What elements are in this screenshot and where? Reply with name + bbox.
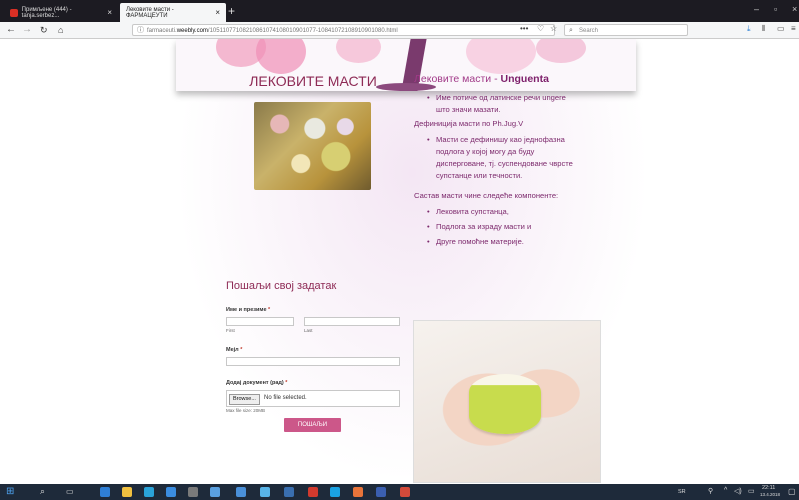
bookmark-star-icon[interactable]: ☆: [550, 24, 557, 33]
tab-active[interactable]: Лековите масти - ФАРМАЦЕУТИ ×: [120, 3, 226, 22]
opera-icon[interactable]: [308, 487, 318, 497]
url-bar[interactable]: ⓘ farmaceuti.weebly.com/10511077108210861…: [132, 24, 555, 36]
file-upload-field[interactable]: Browse... No file selected.: [226, 390, 400, 407]
composition-line: Састав масти чине следеће компоненте:: [414, 191, 559, 200]
download-icon[interactable]: ⤓: [747, 24, 751, 34]
search-taskbar-icon[interactable]: ⌕: [40, 486, 45, 497]
no-file-text: No file selected.: [264, 395, 307, 401]
name-label: Име и презиме *: [226, 307, 271, 313]
menu-icon[interactable]: ≡: [791, 24, 796, 33]
file-explorer-icon[interactable]: [122, 487, 132, 497]
tab-label: Лековите масти - ФАРМАЦЕУТИ: [126, 6, 174, 19]
library-icon[interactable]: ⫴: [762, 24, 765, 34]
calculator-icon[interactable]: [188, 487, 198, 497]
app-icon[interactable]: [260, 487, 270, 497]
nav-bar: ← → ↻ ⌂ ⓘ farmaceuti.weebly.com/105110771…: [0, 22, 799, 39]
list-item: Име потиче од латинске речи ungereшто зн…: [426, 92, 566, 116]
app-icon[interactable]: [166, 487, 176, 497]
close-window-icon[interactable]: ×: [792, 4, 797, 14]
file-label: Додај документ (рад) *: [226, 380, 288, 386]
minimize-icon[interactable]: –: [754, 4, 759, 14]
skype-icon[interactable]: [330, 487, 340, 497]
task-view-icon[interactable]: ▭: [66, 487, 74, 496]
page-content: ЛЕКОВИТЕ МАСТИ Лековите масти - Unguenta…: [0, 39, 799, 484]
volume-icon[interactable]: ◁): [734, 487, 742, 495]
app-icon[interactable]: [376, 487, 386, 497]
clock-time[interactable]: 22:11: [762, 485, 775, 491]
pocket-icon[interactable]: ♡: [537, 24, 544, 33]
url-domain: weebly.com: [176, 28, 208, 34]
app-icon[interactable]: [210, 487, 220, 497]
language-indicator[interactable]: SR: [678, 489, 686, 495]
back-icon[interactable]: ←: [6, 23, 16, 37]
tray-chevron-icon[interactable]: ^: [724, 487, 727, 494]
edge-icon[interactable]: [100, 487, 110, 497]
tab-label: Примљене (444) - tanja.serbez...: [21, 6, 72, 19]
form-title: Пошаљи свој задатак: [226, 280, 337, 292]
definition-list: Масти се дефинишу као једнофазнаподлога …: [426, 134, 573, 182]
page-actions-icon[interactable]: •••: [520, 24, 528, 33]
url-prefix: farmaceuti.: [147, 28, 177, 34]
list-item: Лековита супстанца,: [426, 206, 531, 218]
cream-jar-graphic: [469, 374, 541, 434]
etymology-list: Име потиче од латинске речи ungereшто зн…: [426, 92, 566, 116]
clock-date[interactable]: 13.4.2018: [760, 492, 780, 497]
app-icon[interactable]: [284, 487, 294, 497]
app-icon[interactable]: [400, 487, 410, 497]
page-heading: ЛЕКОВИТЕ МАСТИ: [249, 73, 377, 89]
tab-gmail[interactable]: Примљене (444) - tanja.serbez... ×: [4, 3, 118, 22]
browse-button[interactable]: Browse...: [229, 394, 260, 405]
list-item: Масти се дефинишу као једнофазнаподлога …: [426, 134, 573, 182]
list-item: Подлога за израду масти и: [426, 221, 531, 233]
email-input[interactable]: [226, 357, 400, 366]
tab-bar: Примљене (444) - tanja.serbez... × Леков…: [0, 0, 799, 22]
search-icon: ⌕: [569, 27, 573, 34]
close-icon[interactable]: ×: [215, 8, 220, 17]
search-placeholder: Search: [579, 28, 599, 34]
url-path: /10511077108210861074108010901077-108410…: [207, 28, 398, 34]
taskbar: ⊞ ⌕ ▭ SR ⚲ ^ ◁) ▭ 22:11 13.4.2018 ▢: [0, 484, 799, 500]
maximize-icon[interactable]: ▫: [774, 4, 777, 14]
sidebar-icon[interactable]: ▭: [777, 24, 785, 33]
last-name-input[interactable]: [304, 317, 400, 326]
app-icon[interactable]: [236, 487, 246, 497]
home-icon[interactable]: ⌂: [58, 23, 63, 37]
new-tab-icon[interactable]: +: [228, 4, 235, 18]
definition-line: Дефиниција масти по Ph.Jug.V: [414, 119, 524, 128]
search-input[interactable]: ⌕ Search: [564, 24, 688, 36]
forward-icon[interactable]: →: [22, 23, 32, 37]
network-icon[interactable]: ▭: [748, 487, 755, 495]
last-sublabel: Last: [304, 328, 313, 333]
reload-icon[interactable]: ↻: [40, 23, 48, 37]
gmail-icon: [10, 8, 18, 17]
list-item: Друге помоћне материје.: [426, 236, 531, 248]
notifications-icon[interactable]: ▢: [788, 487, 796, 496]
store-icon[interactable]: [144, 487, 154, 497]
components-list: Лековита супстанца, Подлога за израду ма…: [426, 206, 531, 248]
email-label: Мејл *: [226, 347, 243, 353]
people-icon[interactable]: ⚲: [708, 487, 713, 495]
section-title: Лековите масти - Unguenta: [414, 73, 549, 85]
first-name-input[interactable]: [226, 317, 294, 326]
close-icon[interactable]: ×: [107, 8, 112, 17]
ointment-jars-image: [254, 102, 371, 190]
windows-start-icon[interactable]: ⊞: [6, 486, 14, 497]
max-file-size: Max file size: 20MB: [226, 408, 266, 413]
first-sublabel: First: [226, 328, 235, 333]
info-icon: ⓘ: [137, 27, 144, 34]
submit-button[interactable]: ПОШАЉИ: [284, 418, 341, 432]
firefox-icon[interactable]: [353, 487, 363, 497]
